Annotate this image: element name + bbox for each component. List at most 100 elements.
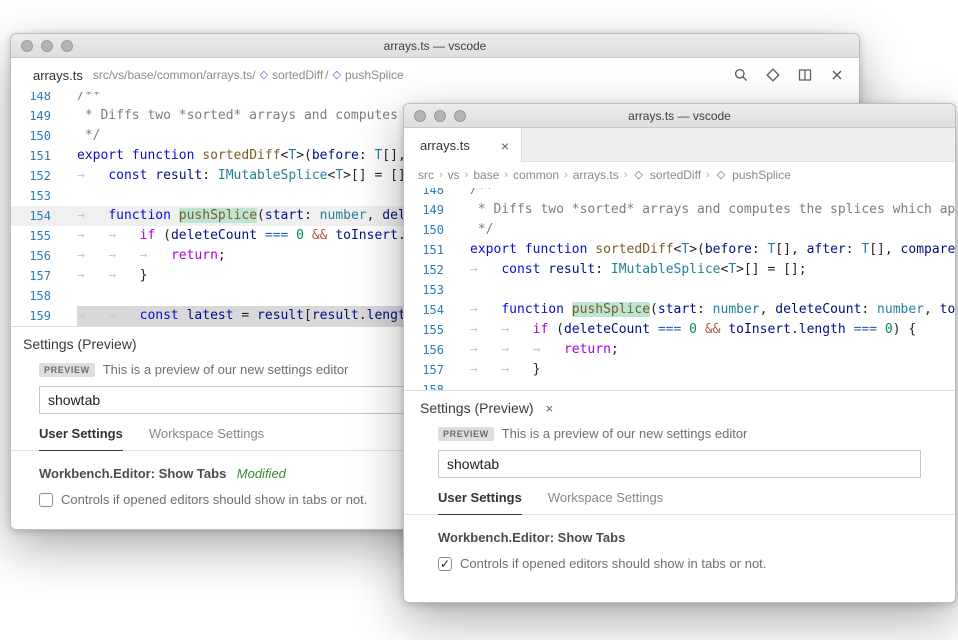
titlebar[interactable]: arrays.ts — vscode — [11, 34, 859, 58]
breadcrumb-separator-icon: › — [624, 169, 628, 181]
close-settings-tab-icon[interactable]: × — [546, 401, 554, 416]
breadcrumb-item-vs[interactable]: vs — [448, 168, 460, 182]
tab-workspace-settings[interactable]: Workspace Settings — [548, 490, 663, 514]
code-line-151[interactable]: 151export function sortedDiff<T>(before:… — [404, 240, 955, 260]
code-token: ) { — [893, 322, 916, 337]
line-number[interactable]: 154 — [404, 300, 444, 320]
breadcrumb-item-arrays-ts[interactable]: arrays.ts — [573, 168, 619, 182]
breadcrumb-symbol-pushsplice[interactable]: pushSplice — [345, 68, 404, 82]
code-text: → → } — [77, 266, 147, 286]
code-token: [], — [775, 242, 806, 257]
line-number[interactable]: 149 — [404, 200, 444, 220]
code-token — [846, 322, 854, 337]
setting-checkbox[interactable] — [39, 493, 53, 507]
tab-whitespace-arrow-icon: → — [77, 208, 108, 223]
breadcrumb-symbol-sorteddiff[interactable]: sortedDiff — [272, 68, 323, 82]
titlebar[interactable]: arrays.ts — vscode — [404, 104, 955, 128]
code-line-150[interactable]: 150 */ — [404, 220, 955, 240]
code-line-153[interactable]: 153 — [404, 280, 955, 300]
line-number[interactable]: 154 — [11, 206, 51, 226]
line-number[interactable]: 156 — [404, 340, 444, 360]
breadcrumb-item-pushsplice[interactable]: pushSplice — [732, 168, 791, 182]
code-token: return — [171, 248, 218, 263]
tab-user-settings[interactable]: User Settings — [438, 490, 522, 515]
code-token: const — [501, 262, 540, 277]
line-number[interactable]: 148 — [404, 188, 444, 200]
close-editor-icon[interactable] — [829, 67, 845, 83]
setting-checkbox[interactable]: ✓ — [438, 557, 452, 571]
zoom-window-button[interactable] — [61, 40, 73, 52]
tab-whitespace-arrow-icon: → — [501, 322, 532, 337]
code-text: * Diffs two *sorted* arrays and computes… — [470, 200, 955, 220]
code-token: ; — [611, 342, 619, 357]
line-number[interactable]: 148 — [11, 92, 51, 106]
code-token: result — [155, 168, 202, 183]
close-tab-icon[interactable]: × — [501, 139, 509, 153]
line-number[interactable]: 159 — [11, 306, 51, 326]
line-number[interactable]: 157 — [11, 266, 51, 286]
line-number[interactable]: 157 — [404, 360, 444, 380]
code-line-148[interactable]: 148/** — [404, 188, 955, 200]
line-number[interactable]: 158 — [11, 286, 51, 306]
find-references-icon[interactable] — [733, 67, 749, 83]
code-editor[interactable]: 148/**149 * Diffs two *sorted* arrays an… — [404, 188, 955, 390]
code-line-149[interactable]: 149 * Diffs two *sorted* arrays and comp… — [404, 200, 955, 220]
code-line-155[interactable]: 155→ → if (deleteCount === 0 && toInsert… — [404, 320, 955, 340]
line-number[interactable]: 158 — [404, 380, 444, 390]
breadcrumb-separator-icon: › — [465, 169, 469, 181]
line-number[interactable]: 152 — [404, 260, 444, 280]
line-number[interactable]: 151 — [404, 240, 444, 260]
line-number[interactable]: 150 — [404, 220, 444, 240]
breadcrumb-separator-icon: › — [706, 169, 710, 181]
code-token: toInsert — [335, 228, 398, 243]
code-line-154[interactable]: 154→ function pushSplice(start: number, … — [404, 300, 955, 320]
code-token: : — [846, 242, 862, 257]
window-controls — [414, 110, 466, 122]
breadcrumb-item-common[interactable]: common — [513, 168, 559, 182]
tab-user-settings[interactable]: User Settings — [39, 426, 123, 451]
setting-description: Controls if opened editors should show i… — [61, 492, 367, 507]
line-number[interactable]: 153 — [11, 186, 51, 206]
tab-arrays-ts[interactable]: arrays.ts × — [404, 128, 522, 163]
breadcrumb-item-base[interactable]: base — [473, 168, 499, 182]
line-number[interactable]: 150 — [11, 126, 51, 146]
code-line-157[interactable]: 157→ → } — [404, 360, 955, 380]
minimize-window-button[interactable] — [434, 110, 446, 122]
code-token: function — [501, 302, 564, 317]
settings-tab[interactable]: Settings (Preview) × — [404, 391, 955, 422]
line-number[interactable]: 156 — [11, 246, 51, 266]
code-line-152[interactable]: 152 → const result: IMutableSplice<T>[] =… — [404, 260, 955, 280]
breadcrumb-item-src[interactable]: src — [418, 168, 434, 182]
minimize-window-button[interactable] — [41, 40, 53, 52]
tab-whitespace-arrow-icon: → — [470, 322, 501, 337]
line-number[interactable]: 155 — [11, 226, 51, 246]
split-editor-icon[interactable] — [797, 67, 813, 83]
tab-whitespace-arrow-icon: → — [108, 248, 139, 263]
close-window-button[interactable] — [414, 110, 426, 122]
settings-search-input[interactable] — [438, 450, 921, 478]
code-token: export — [77, 148, 124, 163]
line-number[interactable]: 153 — [404, 280, 444, 300]
code-line-158[interactable]: 158 — [404, 380, 955, 390]
code-token: && — [312, 228, 328, 243]
setting-item: Workbench.Editor: Show Tabs ✓ Controls i… — [404, 515, 955, 571]
setting-description: Controls if opened editors should show i… — [460, 556, 766, 571]
close-window-button[interactable] — [21, 40, 33, 52]
code-text: → const result: IMutableSplice<T>[] = []… — [470, 260, 807, 280]
zoom-window-button[interactable] — [454, 110, 466, 122]
line-number[interactable]: 155 — [404, 320, 444, 340]
tab-whitespace-arrow-icon: → — [108, 228, 139, 243]
open-preview-icon[interactable] — [765, 67, 781, 83]
code-token: number — [320, 208, 367, 223]
code-token: T — [681, 242, 689, 257]
line-number[interactable]: 151 — [11, 146, 51, 166]
line-number[interactable]: 152 — [11, 166, 51, 186]
breadcrumb-item-sorteddiff[interactable]: sortedDiff — [650, 168, 701, 182]
setting-title: Workbench.Editor: Show Tabs — [438, 530, 625, 545]
code-line-156[interactable]: 156→ → → return; — [404, 340, 955, 360]
code-token: T — [335, 168, 343, 183]
tab-workspace-settings[interactable]: Workspace Settings — [149, 426, 264, 450]
line-number[interactable]: 149 — [11, 106, 51, 126]
code-token: start — [658, 302, 697, 317]
symbol-icon: ◇ — [634, 170, 642, 181]
